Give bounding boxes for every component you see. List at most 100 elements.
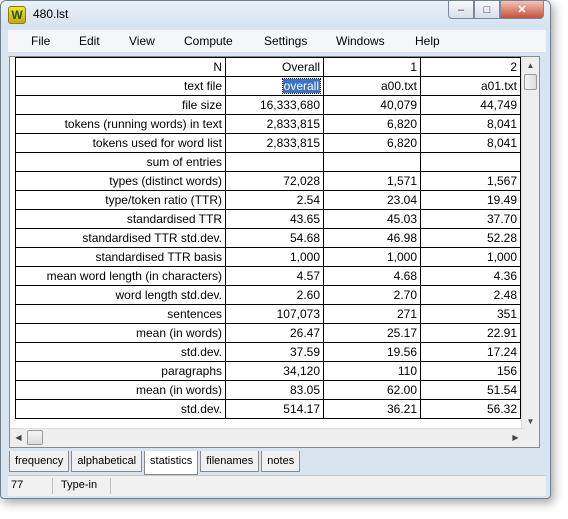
scroll-left-icon[interactable]: ◀	[10, 429, 27, 446]
wordsmith-app-icon[interactable]: W	[8, 6, 26, 24]
table-cell[interactable]: 271	[323, 304, 421, 324]
menu-edit[interactable]: Edit	[79, 34, 100, 48]
table-cell[interactable]	[420, 152, 521, 172]
table-cell[interactable]: 351	[420, 304, 521, 324]
table-cell[interactable]: 2.54	[225, 190, 324, 210]
table-cell[interactable]: 44,749	[420, 95, 521, 115]
table-cell[interactable]: 56.32	[420, 399, 521, 419]
scroll-up-icon[interactable]: ▲	[522, 57, 539, 74]
tab-statistics[interactable]: statistics	[144, 451, 199, 475]
menu-file[interactable]: File	[31, 34, 50, 48]
row-header[interactable]: types (distinct words)	[15, 171, 226, 191]
menu-view[interactable]: View	[129, 34, 155, 48]
table-cell[interactable]: 2,833,815	[225, 133, 324, 153]
row-header[interactable]: word length std.dev.	[15, 285, 226, 305]
table-cell[interactable]: 43.65	[225, 209, 324, 229]
table-cell[interactable]: 72,028	[225, 171, 324, 191]
statistics-grid[interactable]: N Overall 1 2 text file overall a00.txt a01…	[9, 56, 540, 448]
table-cell[interactable]	[323, 152, 421, 172]
table-cell[interactable]: 6,820	[323, 133, 421, 153]
table-cell[interactable]: 2.60	[225, 285, 324, 305]
table-cell[interactable]: 4.57	[225, 266, 324, 286]
row-header[interactable]: mean word length (in characters)	[15, 266, 226, 286]
table-cell[interactable]: 54.68	[225, 228, 324, 248]
table-cell[interactable]: 107,073	[225, 304, 324, 324]
column-header-n[interactable]: N	[15, 57, 226, 77]
maximize-button[interactable]: □	[474, 1, 500, 19]
table-cell[interactable]: 2.70	[323, 285, 421, 305]
close-button[interactable]: ✕	[500, 1, 544, 19]
tab-frequency[interactable]: frequency	[9, 451, 70, 472]
row-header[interactable]: paragraphs	[15, 361, 226, 381]
table-cell[interactable]: 1,000	[225, 247, 324, 267]
title-bar[interactable]: W 480.lst – □ ✕	[1, 1, 550, 29]
table-cell[interactable]: 45.03	[323, 209, 421, 229]
tab-notes[interactable]: notes	[261, 451, 301, 472]
row-header[interactable]: mean (in words)	[15, 380, 226, 400]
row-header[interactable]: standardised TTR	[15, 209, 226, 229]
row-header[interactable]: sum of entries	[15, 152, 226, 172]
row-header[interactable]: type/token ratio (TTR)	[15, 190, 226, 210]
row-header[interactable]: text file	[15, 76, 226, 96]
table-cell[interactable]: 22.91	[420, 323, 521, 343]
scroll-down-icon[interactable]: ▼	[522, 413, 539, 430]
table-cell[interactable]: 2,833,815	[225, 114, 324, 134]
menu-windows[interactable]: Windows	[336, 34, 385, 48]
table-cell[interactable]: 46.98	[323, 228, 421, 248]
row-header[interactable]: standardised TTR std.dev.	[15, 228, 226, 248]
row-header[interactable]: file size	[15, 95, 226, 115]
menu-compute[interactable]: Compute	[184, 34, 233, 48]
row-header[interactable]: mean (in words)	[15, 323, 226, 343]
table-cell[interactable]: 17.24	[420, 342, 521, 362]
horizontal-scroll-thumb[interactable]	[27, 430, 43, 445]
menu-help[interactable]: Help	[415, 34, 440, 48]
table-cell[interactable]: 1,000	[420, 247, 521, 267]
table-cell[interactable]: 52.28	[420, 228, 521, 248]
table-cell[interactable]: 1,567	[420, 171, 521, 191]
table-cell[interactable]: 34,120	[225, 361, 324, 381]
tab-alphabetical[interactable]: alphabetical	[71, 451, 143, 472]
table-cell[interactable]: 36.21	[323, 399, 421, 419]
menu-settings[interactable]: Settings	[264, 34, 307, 48]
table-cell[interactable]: 25.17	[323, 323, 421, 343]
table-cell[interactable]: 4.68	[323, 266, 421, 286]
table-cell[interactable]: 40,079	[323, 95, 421, 115]
table-cell[interactable]: 110	[323, 361, 421, 381]
table-cell[interactable]: 19.56	[323, 342, 421, 362]
row-header[interactable]: standardised TTR basis	[15, 247, 226, 267]
column-header-2[interactable]: 2	[420, 57, 521, 77]
row-header[interactable]: tokens (running words) in text	[15, 114, 226, 134]
column-header-overall[interactable]: Overall	[225, 57, 324, 77]
table-cell[interactable]: 6,820	[323, 114, 421, 134]
vertical-scrollbar[interactable]: ▲ ▼	[521, 57, 539, 430]
table-cell[interactable]: 37.59	[225, 342, 324, 362]
table-cell[interactable]: 514.17	[225, 399, 324, 419]
table-cell[interactable]: 156	[420, 361, 521, 381]
table-cell[interactable]	[225, 152, 324, 172]
table-cell[interactable]: 83.05	[225, 380, 324, 400]
table-cell[interactable]: 1,571	[323, 171, 421, 191]
table-cell[interactable]: 37.70	[420, 209, 521, 229]
table-cell[interactable]: 26.47	[225, 323, 324, 343]
table-cell[interactable]: 8,041	[420, 114, 521, 134]
table-cell[interactable]: 19.49	[420, 190, 521, 210]
table-cell[interactable]: 23.04	[323, 190, 421, 210]
horizontal-scrollbar[interactable]: ◀ ▶	[10, 428, 524, 447]
row-header[interactable]: sentences	[15, 304, 226, 324]
table-cell[interactable]: 8,041	[420, 133, 521, 153]
column-header-1[interactable]: 1	[323, 57, 421, 77]
tab-filenames[interactable]: filenames	[200, 451, 260, 472]
table-cell[interactable]: 62.00	[323, 380, 421, 400]
table-cell[interactable]: 2.48	[420, 285, 521, 305]
minimize-button[interactable]: –	[448, 1, 474, 19]
row-header[interactable]: std.dev.	[15, 342, 226, 362]
vertical-scroll-thumb[interactable]	[524, 74, 537, 90]
row-header[interactable]: tokens used for word list	[15, 133, 226, 153]
row-header[interactable]: std.dev.	[15, 399, 226, 419]
table-cell[interactable]: 51.54	[420, 380, 521, 400]
table-cell[interactable]: 16,333,680	[225, 95, 324, 115]
table-cell[interactable]: a00.txt	[323, 76, 421, 96]
table-cell[interactable]: 1,000	[323, 247, 421, 267]
table-cell[interactable]: 4.36	[420, 266, 521, 286]
table-cell[interactable]: a01.txt	[420, 76, 521, 96]
